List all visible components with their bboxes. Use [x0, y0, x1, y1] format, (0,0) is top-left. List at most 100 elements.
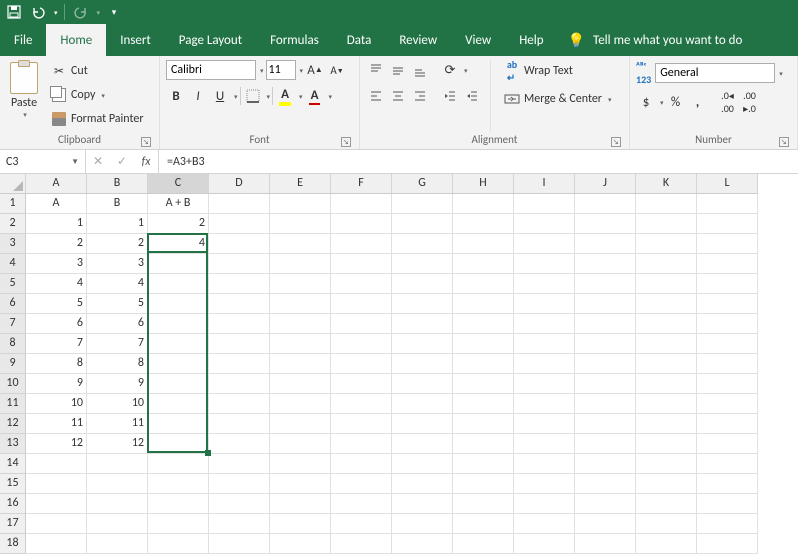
select-all-corner[interactable] — [0, 174, 26, 194]
tab-page-layout[interactable]: Page Layout — [165, 24, 256, 56]
column-header-I[interactable]: I — [514, 174, 575, 194]
name-box[interactable]: C3 ▼ — [0, 150, 86, 173]
cell-F15[interactable] — [331, 474, 392, 494]
cell-I11[interactable] — [514, 394, 575, 414]
column-header-D[interactable]: D — [209, 174, 270, 194]
cell-A14[interactable] — [26, 454, 87, 474]
row-header-4[interactable]: 4 — [0, 254, 26, 274]
cell-D4[interactable] — [209, 254, 270, 274]
cell-B16[interactable] — [87, 494, 148, 514]
cell-E8[interactable] — [270, 334, 331, 354]
cell-C3[interactable]: 4 — [148, 234, 209, 254]
fill-handle[interactable] — [205, 450, 211, 456]
cell-B2[interactable]: 1 — [87, 214, 148, 234]
cell-B6[interactable]: 5 — [87, 294, 148, 314]
cell-D12[interactable] — [209, 414, 270, 434]
cell-J2[interactable] — [575, 214, 636, 234]
tab-formulas[interactable]: Formulas — [256, 24, 333, 56]
tab-file[interactable]: File — [0, 24, 46, 56]
cell-J14[interactable] — [575, 454, 636, 474]
formula-input[interactable]: =A3+B3 — [159, 150, 798, 173]
cell-B4[interactable]: 3 — [87, 254, 148, 274]
cell-F8[interactable] — [331, 334, 392, 354]
row-header-3[interactable]: 3 — [0, 234, 26, 254]
row-header-1[interactable]: 1 — [0, 194, 26, 214]
cell-C11[interactable] — [148, 394, 209, 414]
cell-D1[interactable] — [209, 194, 270, 214]
cell-A7[interactable]: 6 — [26, 314, 87, 334]
redo-icon[interactable] — [71, 2, 91, 22]
cell-F14[interactable] — [331, 454, 392, 474]
cell-L3[interactable] — [697, 234, 758, 254]
cell-G3[interactable] — [392, 234, 453, 254]
cell-I10[interactable] — [514, 374, 575, 394]
cell-B7[interactable]: 6 — [87, 314, 148, 334]
enter-formula-icon[interactable]: ✓ — [110, 154, 134, 169]
cell-I12[interactable] — [514, 414, 575, 434]
align-bottom-icon[interactable] — [410, 60, 430, 80]
increase-indent-icon[interactable] — [462, 86, 482, 106]
dialog-launcher-icon[interactable]: ↘ — [341, 137, 351, 147]
tab-home[interactable]: Home — [46, 24, 106, 56]
cell-D9[interactable] — [209, 354, 270, 374]
cell-C14[interactable] — [148, 454, 209, 474]
cancel-formula-icon[interactable]: ✕ — [86, 154, 110, 169]
cell-D11[interactable] — [209, 394, 270, 414]
column-header-H[interactable]: H — [453, 174, 514, 194]
cell-C13[interactable] — [148, 434, 209, 454]
cell-H15[interactable] — [453, 474, 514, 494]
cell-H3[interactable] — [453, 234, 514, 254]
cell-K4[interactable] — [636, 254, 697, 274]
percent-format-icon[interactable]: % — [666, 92, 686, 112]
cell-L8[interactable] — [697, 334, 758, 354]
cell-F9[interactable] — [331, 354, 392, 374]
cell-F12[interactable] — [331, 414, 392, 434]
cell-K3[interactable] — [636, 234, 697, 254]
row-header-17[interactable]: 17 — [0, 514, 26, 534]
cell-D14[interactable] — [209, 454, 270, 474]
tab-help[interactable]: Help — [505, 24, 557, 56]
chevron-down-icon[interactable]: ▾ — [260, 66, 264, 75]
cell-B11[interactable]: 10 — [87, 394, 148, 414]
cell-J4[interactable] — [575, 254, 636, 274]
cell-D3[interactable] — [209, 234, 270, 254]
column-header-B[interactable]: B — [87, 174, 148, 194]
cell-K10[interactable] — [636, 374, 697, 394]
cell-L7[interactable] — [697, 314, 758, 334]
cell-L13[interactable] — [697, 434, 758, 454]
row-header-8[interactable]: 8 — [0, 334, 26, 354]
align-left-icon[interactable] — [366, 86, 386, 106]
cell-I16[interactable] — [514, 494, 575, 514]
cell-G7[interactable] — [392, 314, 453, 334]
cell-J10[interactable] — [575, 374, 636, 394]
cell-F4[interactable] — [331, 254, 392, 274]
cell-E6[interactable] — [270, 294, 331, 314]
cell-C12[interactable] — [148, 414, 209, 434]
row-header-14[interactable]: 14 — [0, 454, 26, 474]
fill-color-icon[interactable]: A — [275, 86, 295, 106]
cell-E14[interactable] — [270, 454, 331, 474]
cell-B8[interactable]: 7 — [87, 334, 148, 354]
cell-E1[interactable] — [270, 194, 331, 214]
decrease-decimal-icon[interactable]: .00▸.0 — [740, 92, 760, 112]
cell-J9[interactable] — [575, 354, 636, 374]
cell-E7[interactable] — [270, 314, 331, 334]
tell-me[interactable]: 💡 Tell me what you want to do — [558, 24, 753, 56]
cell-G17[interactable] — [392, 514, 453, 534]
cell-I17[interactable] — [514, 514, 575, 534]
customize-qat-icon[interactable]: ▾ — [104, 2, 124, 22]
cell-A8[interactable]: 7 — [26, 334, 87, 354]
cell-L15[interactable] — [697, 474, 758, 494]
cell-G9[interactable] — [392, 354, 453, 374]
dialog-launcher-icon[interactable]: ↘ — [779, 137, 789, 147]
increase-font-icon[interactable]: A▲ — [305, 60, 325, 80]
cell-G5[interactable] — [392, 274, 453, 294]
cell-G4[interactable] — [392, 254, 453, 274]
cell-K14[interactable] — [636, 454, 697, 474]
row-header-5[interactable]: 5 — [0, 274, 26, 294]
row-header-12[interactable]: 12 — [0, 414, 26, 434]
cut-button[interactable]: ✂ Cut — [46, 60, 149, 82]
cell-A15[interactable] — [26, 474, 87, 494]
cell-G1[interactable] — [392, 194, 453, 214]
font-color-icon[interactable]: A — [305, 86, 325, 106]
